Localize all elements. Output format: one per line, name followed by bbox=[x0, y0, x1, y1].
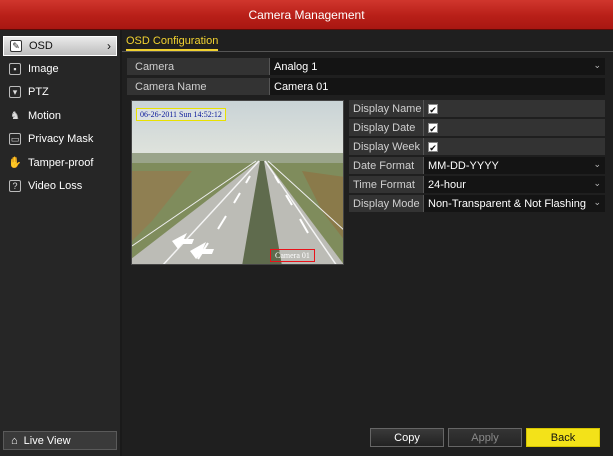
sidebar-item-label: Video Loss bbox=[28, 180, 83, 192]
sidebar-item-ptz[interactable]: ▾ PTZ bbox=[3, 82, 117, 102]
display-mode-value: Non-Transparent & Not Flashing bbox=[428, 197, 586, 210]
image-icon: ▪ bbox=[9, 63, 21, 75]
time-format-select[interactable]: 24-hour ⌄ bbox=[423, 176, 605, 193]
sidebar-item-tamper-proof[interactable]: ✋ Tamper-proof bbox=[3, 153, 117, 173]
privacy-mask-icon: ▭ bbox=[9, 133, 21, 145]
sidebar: ✎ OSD › ▪ Image ▾ PTZ ♞ Motion ▭ Privacy… bbox=[0, 30, 120, 456]
video-loss-icon: ? bbox=[9, 180, 21, 192]
live-view-label: Live View bbox=[23, 434, 71, 447]
display-name-checkbox[interactable]: ✔ bbox=[428, 103, 438, 115]
sidebar-item-label: Motion bbox=[28, 110, 62, 122]
road-scene-image bbox=[132, 101, 343, 264]
camera-name-field[interactable]: Camera 01 bbox=[269, 78, 605, 95]
tab-osd-configuration[interactable]: OSD Configuration bbox=[126, 35, 219, 51]
home-icon: ⌂ bbox=[11, 434, 18, 447]
date-format-value: MM-DD-YYYY bbox=[428, 159, 499, 172]
osd-camera-name-overlay[interactable]: Camera 01 bbox=[270, 249, 315, 262]
chevron-down-icon: ⌄ bbox=[593, 178, 601, 188]
display-date-row: Display Date ✔ bbox=[349, 119, 605, 136]
sidebar-item-label: PTZ bbox=[28, 86, 49, 98]
tamper-proof-icon: ✋ bbox=[8, 156, 22, 169]
sidebar-item-privacy-mask[interactable]: ▭ Privacy Mask bbox=[3, 129, 117, 149]
ptz-icon: ▾ bbox=[9, 86, 21, 98]
sidebar-item-osd[interactable]: ✎ OSD › bbox=[3, 36, 117, 56]
osd-icon: ✎ bbox=[10, 40, 22, 52]
sidebar-item-label: Privacy Mask bbox=[28, 133, 94, 145]
sidebar-item-image[interactable]: ▪ Image bbox=[3, 59, 117, 79]
display-week-label: Display Week bbox=[353, 140, 421, 153]
camera-value: Analog 1 bbox=[274, 60, 318, 73]
osd-datetime-overlay[interactable]: 06-26-2011 Sun 14:52:12 bbox=[136, 108, 226, 121]
sidebar-item-label: Image bbox=[28, 63, 59, 75]
sidebar-item-motion[interactable]: ♞ Motion bbox=[3, 106, 117, 126]
date-format-label: Date Format bbox=[353, 159, 415, 172]
sidebar-item-video-loss[interactable]: ? Video Loss bbox=[3, 176, 117, 196]
camera-preview: 06-26-2011 Sun 14:52:12 Camera 01 bbox=[131, 100, 344, 265]
tab-divider bbox=[122, 51, 613, 52]
time-format-row: Time Format 24-hour ⌄ bbox=[349, 176, 605, 193]
display-name-row: Display Name ✔ bbox=[349, 100, 605, 117]
chevron-down-icon: ⌄ bbox=[593, 159, 601, 169]
camera-name-value: Camera 01 bbox=[274, 80, 329, 93]
camera-label: Camera bbox=[135, 60, 175, 73]
display-week-checkbox[interactable]: ✔ bbox=[428, 141, 438, 153]
time-format-value: 24-hour bbox=[428, 178, 466, 191]
chevron-down-icon: ⌄ bbox=[593, 197, 601, 207]
display-week-row: Display Week ✔ bbox=[349, 138, 605, 155]
camera-name-label: Camera Name bbox=[135, 80, 207, 93]
display-mode-row: Display Mode Non-Transparent & Not Flash… bbox=[349, 195, 605, 212]
back-button[interactable]: Back bbox=[526, 428, 600, 447]
display-mode-label: Display Mode bbox=[353, 197, 420, 210]
camera-select[interactable]: Analog 1 ⌄ bbox=[269, 58, 605, 75]
chevron-right-icon: › bbox=[107, 39, 111, 53]
sidebar-item-label: Tamper-proof bbox=[28, 157, 94, 169]
date-format-select[interactable]: MM-DD-YYYY ⌄ bbox=[423, 157, 605, 174]
camera-row: Camera Analog 1 ⌄ bbox=[127, 58, 605, 75]
display-date-label: Display Date bbox=[353, 121, 416, 134]
live-view-button[interactable]: ⌂ Live View bbox=[3, 431, 117, 450]
chevron-down-icon: ⌄ bbox=[593, 60, 601, 70]
time-format-label: Time Format bbox=[353, 178, 415, 191]
camera-name-row: Camera Name Camera 01 bbox=[127, 78, 605, 95]
main-panel: OSD Configuration Camera Analog 1 ⌄ Came… bbox=[122, 30, 613, 456]
display-date-checkbox[interactable]: ✔ bbox=[428, 122, 438, 134]
window-title: Camera Management bbox=[0, 0, 613, 30]
sidebar-item-label: OSD bbox=[29, 40, 53, 52]
display-mode-select[interactable]: Non-Transparent & Not Flashing ⌄ bbox=[423, 195, 605, 212]
motion-icon: ♞ bbox=[10, 109, 20, 122]
display-name-label: Display Name bbox=[353, 102, 422, 115]
date-format-row: Date Format MM-DD-YYYY ⌄ bbox=[349, 157, 605, 174]
copy-button[interactable]: Copy bbox=[370, 428, 444, 447]
apply-button[interactable]: Apply bbox=[448, 428, 522, 447]
